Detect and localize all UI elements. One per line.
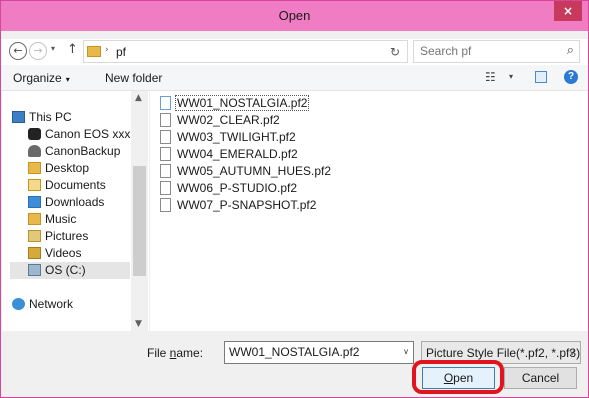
file-icon [160, 164, 171, 178]
search-input[interactable] [420, 44, 550, 58]
pc-icon [12, 111, 25, 123]
search-icon[interactable]: ⌕ [567, 43, 574, 58]
chevron-down-icon: ∨ [569, 348, 575, 357]
address-bar[interactable]: › pf ∨ ↻ [83, 40, 477, 65]
file-icon [160, 96, 171, 110]
chevron-down-icon[interactable]: ∨ [403, 347, 409, 356]
nav-item-label: Documents [45, 178, 106, 192]
new-folder-button[interactable]: New folder [105, 71, 162, 85]
title-bar[interactable]: Open × [1, 1, 588, 31]
nav-item-downloads[interactable]: Downloads [28, 194, 130, 211]
nav-item-label: Network [29, 297, 74, 311]
desktop-folder-icon [28, 162, 41, 174]
network-icon [12, 298, 25, 310]
organize-button[interactable]: Organize ▾ [13, 71, 70, 85]
nav-item-label: Music [45, 212, 77, 226]
file-name-field[interactable] [229, 345, 389, 359]
nav-item-label: CanonBackup [45, 144, 121, 158]
up-arrow-icon[interactable]: ↑ [67, 42, 78, 57]
nav-item-canonbackup[interactable]: CanonBackup [28, 143, 130, 160]
nav-scrollbar[interactable]: ▲ ▼ [131, 91, 148, 331]
nav-item-videos[interactable]: Videos [28, 245, 130, 262]
cancel-button[interactable]: Cancel [504, 367, 577, 389]
file-list: WW01_NOSTALGIA.pf2 WW02_CLEAR.pf2 WW03_T… [150, 91, 588, 331]
file-icon [160, 198, 171, 212]
scroll-down-icon[interactable]: ▼ [135, 319, 142, 329]
drive-icon [28, 264, 41, 276]
refresh-icon[interactable]: ↻ [384, 42, 406, 65]
file-name-label-part: ame: [176, 346, 204, 360]
nav-item-network[interactable]: Network [12, 296, 130, 313]
nav-item-label: Videos [45, 246, 82, 260]
address-row: ← → ▾ ↑ › pf ∨ ↻ ⌕ [1, 39, 588, 65]
user-folder-icon [28, 145, 41, 157]
file-name: WW01_NOSTALGIA.pf2 [174, 95, 310, 111]
camera-icon [28, 128, 41, 140]
nav-item-label: Downloads [45, 195, 105, 209]
file-icon [160, 147, 171, 161]
breadcrumb-separator-icon[interactable]: › [105, 45, 109, 55]
documents-folder-icon [28, 179, 41, 191]
nav-item-label: OS (C:) [45, 263, 86, 277]
music-folder-icon [28, 213, 41, 225]
recent-locations-icon[interactable]: ▾ [51, 44, 55, 53]
file-name-label: File name: [147, 346, 203, 360]
file-name-label-part: File [147, 346, 170, 360]
file-name: WW04_EMERALD.pf2 [177, 147, 298, 161]
downloads-folder-icon [28, 196, 41, 208]
videos-folder-icon [28, 247, 41, 259]
file-name: WW03_TWILIGHT.pf2 [177, 130, 296, 144]
navigation-pane: This PC Canon EOS xxx CanonBackup Deskto… [2, 91, 149, 331]
back-arrow-icon[interactable]: ← [9, 42, 27, 60]
nav-item-canon-eos[interactable]: Canon EOS xxx [28, 126, 130, 143]
pictures-folder-icon [28, 230, 41, 242]
view-dropdown-icon[interactable]: ▾ [509, 72, 513, 81]
search-box[interactable]: ⌕ [413, 40, 580, 63]
nav-item-pictures[interactable]: Pictures [28, 228, 130, 245]
breadcrumb[interactable]: pf [116, 45, 126, 59]
file-icon [160, 130, 171, 144]
file-name: WW06_P-STUDIO.pf2 [177, 181, 298, 195]
folder-icon [87, 46, 101, 57]
organize-label: Organize [13, 71, 62, 85]
file-icon [160, 181, 171, 195]
file-name: WW07_P-SNAPSHOT.pf2 [177, 198, 317, 212]
nav-item-documents[interactable]: Documents [28, 177, 130, 194]
view-options-icon[interactable]: ☷ [485, 70, 496, 84]
file-icon [160, 113, 171, 127]
forward-arrow-icon[interactable]: → [29, 42, 47, 60]
scrollbar-thumb[interactable] [133, 166, 146, 276]
window-title: Open [278, 8, 311, 23]
nav-item-music[interactable]: Music [28, 211, 130, 228]
command-toolbar: Organize ▾ New folder ☷ ▾ ? [1, 65, 588, 91]
scroll-up-icon[interactable]: ▲ [135, 93, 142, 103]
nav-item-label: Pictures [45, 229, 89, 243]
open-button-highlight [412, 360, 504, 394]
file-name: WW02_CLEAR.pf2 [177, 113, 280, 127]
open-file-dialog: Open × ← → ▾ ↑ › pf ∨ ↻ ⌕ Organize▾ New … [0, 0, 589, 398]
file-type-value: Picture Style File(*.pf2, *.pf3) [426, 346, 581, 360]
nav-item-desktop[interactable]: Desktop [28, 160, 130, 177]
nav-item-label: Canon EOS xxx [45, 127, 131, 141]
help-icon[interactable]: ? [564, 70, 578, 84]
close-button[interactable]: × [554, 1, 582, 21]
file-name: WW05_AUTUMN_HUES.pf2 [177, 164, 332, 178]
nav-item-os-drive[interactable]: OS (C:) [10, 262, 130, 279]
chevron-down-icon: ▾ [65, 75, 70, 84]
nav-item-this-pc[interactable]: This PC [12, 109, 130, 126]
file-name-combobox[interactable]: ∨ [224, 341, 414, 364]
dialog-footer: File name: ∨ Picture Style File(*.pf2, *… [1, 331, 588, 397]
nav-item-label: This PC [29, 110, 72, 124]
preview-pane-icon[interactable] [535, 71, 547, 83]
nav-item-label: Desktop [45, 161, 90, 175]
